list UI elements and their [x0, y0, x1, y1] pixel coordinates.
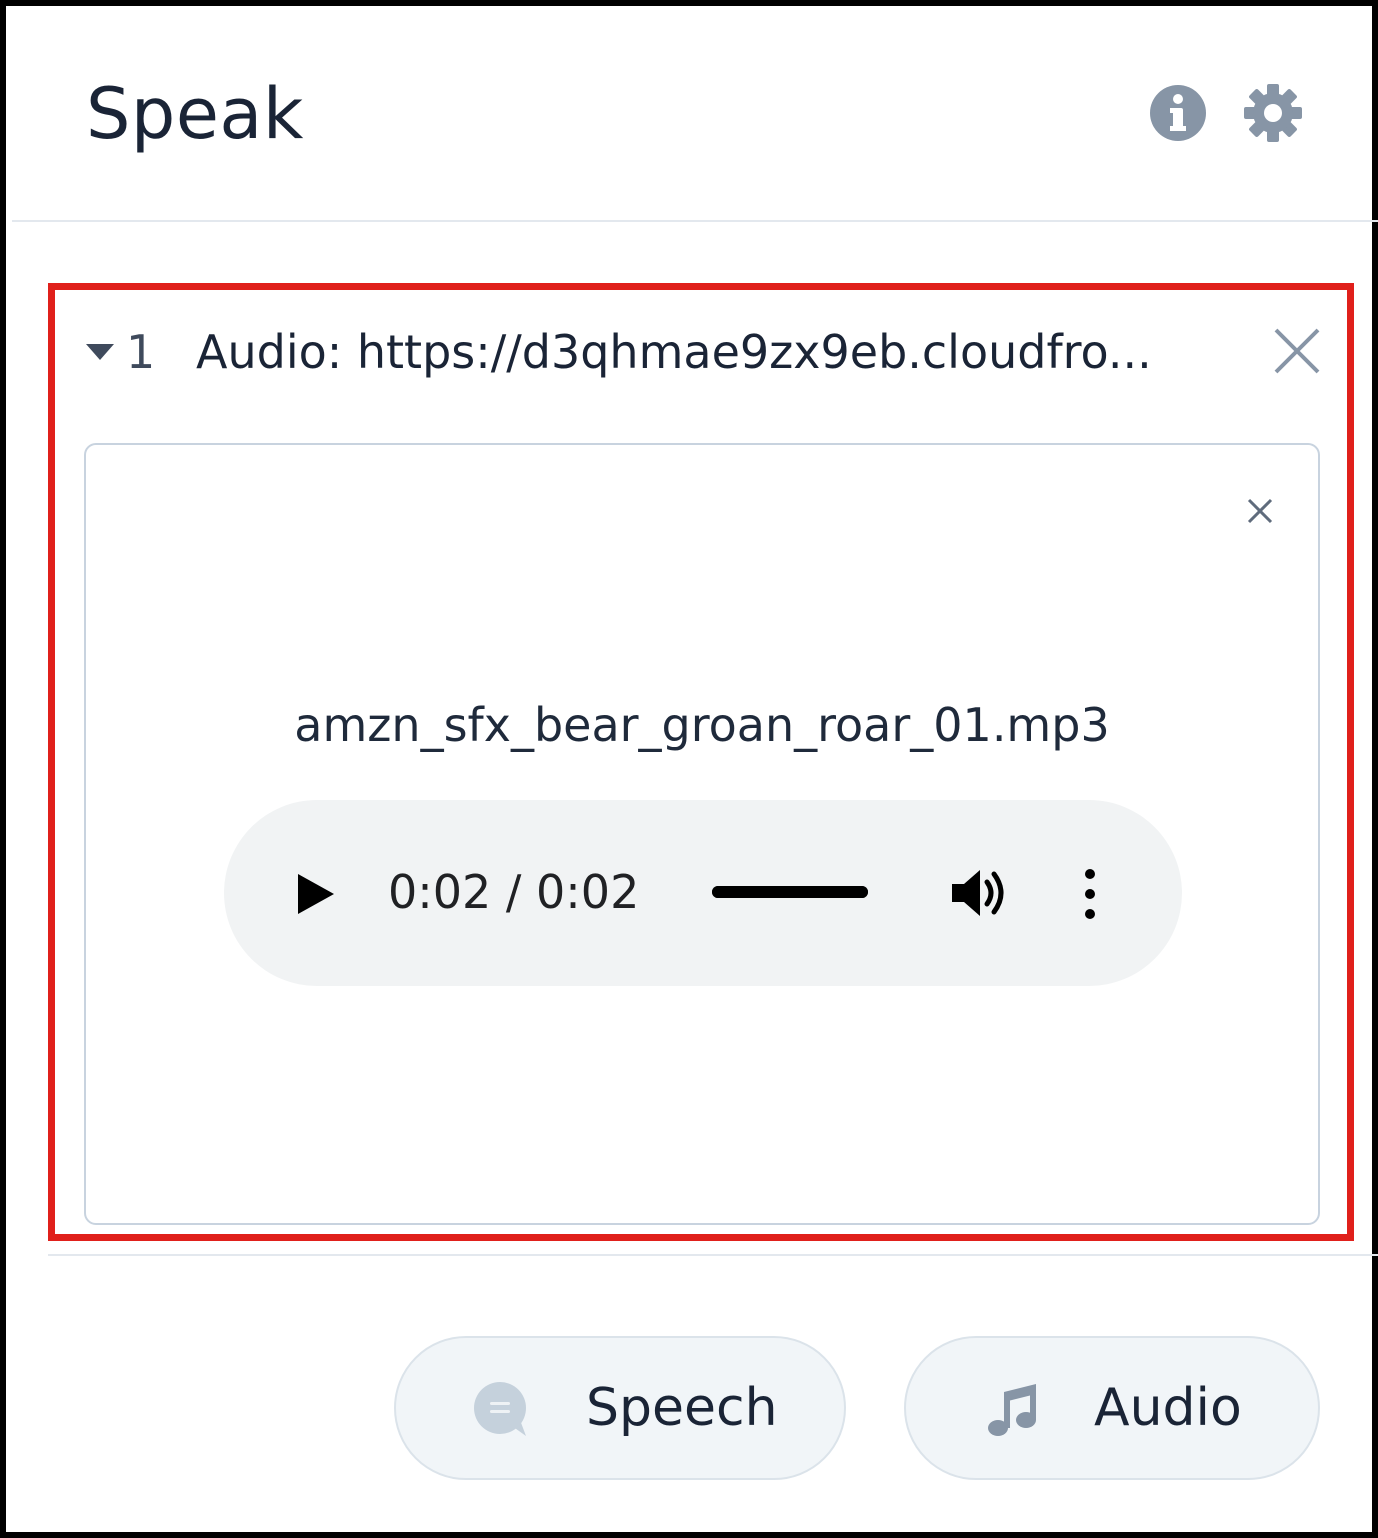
audio-file-name: amzn_sfx_bear_groan_roar_01.mp3 [294, 698, 1110, 752]
volume-icon[interactable] [950, 864, 1010, 922]
item-index: 1 [126, 325, 156, 379]
add-audio-button[interactable]: Audio [904, 1336, 1320, 1480]
close-icon[interactable] [1272, 326, 1322, 376]
audio-card: amzn_sfx_bear_groan_roar_01.mp3 0:02 / 0… [84, 443, 1320, 1225]
audio-button-label: Audio [1094, 1378, 1242, 1438]
music-note-icon [984, 1380, 1044, 1440]
gear-icon[interactable] [1243, 83, 1303, 143]
item-title: Audio: https://d3qhmae9zx9eb.cloudfro... [196, 325, 1152, 379]
more-vertical-icon[interactable] [1074, 864, 1106, 924]
time-display: 0:02 / 0:02 [388, 865, 640, 919]
speak-panel: Speak 1 Audio: https://d3qhmae9zx9eb.clo… [0, 0, 1378, 1538]
speech-bubble-icon [472, 1380, 532, 1440]
item-header[interactable]: 1 Audio: https://d3qhmae9zx9eb.cloudfro.… [82, 316, 1332, 388]
caret-down-icon[interactable] [86, 342, 114, 362]
panel-header: Speak [12, 12, 1378, 222]
add-speech-button[interactable]: Speech [394, 1336, 846, 1480]
page-title: Speak [86, 73, 304, 155]
progress-fill [712, 886, 868, 898]
divider [48, 1254, 1378, 1256]
progress-slider[interactable] [712, 886, 868, 898]
play-icon[interactable] [294, 870, 338, 918]
close-icon[interactable] [1246, 497, 1274, 525]
info-icon[interactable] [1149, 84, 1207, 142]
speech-button-label: Speech [586, 1378, 778, 1438]
audio-player: 0:02 / 0:02 [224, 800, 1182, 986]
